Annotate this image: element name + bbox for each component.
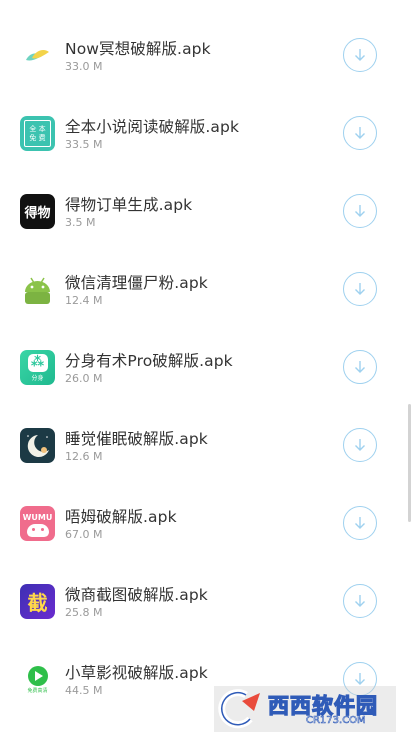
download-button[interactable] (343, 506, 377, 540)
download-button[interactable] (343, 272, 377, 306)
download-arrow-icon (355, 673, 365, 685)
watermark-logo: 西西软件园 CR173.COM (214, 686, 396, 732)
app-size: 33.0 M (65, 60, 103, 73)
sleep-moon-icon (20, 428, 55, 463)
app-size: 44.5 M (65, 684, 103, 697)
app-size: 33.5 M (65, 138, 103, 151)
download-arrow-icon (355, 439, 365, 451)
app-size: 26.0 M (65, 372, 103, 385)
grass-video-icon: 免费高清 (20, 662, 55, 697)
app-size: 3.5 M (65, 216, 96, 229)
app-title: 全本小说阅读破解版.apk (65, 118, 240, 136)
list-item[interactable]: ⁂ 分身 分身有术Pro破解版.apk 26.0 M (0, 330, 414, 408)
download-button[interactable] (343, 584, 377, 618)
novel-reader-icon: 全 本 免 费 (20, 116, 55, 151)
list-item[interactable]: 全 本 免 费 全本小说阅读破解版.apk 33.5 M (0, 96, 414, 174)
download-arrow-icon (355, 361, 365, 373)
app-title: 睡觉催眠破解版.apk (65, 430, 208, 448)
app-title: 分身有术Pro破解版.apk (65, 352, 233, 370)
download-button[interactable] (343, 194, 377, 228)
app-title: Now冥想破解版.apk (65, 40, 211, 58)
clone-app-icon: ⁂ 分身 (20, 350, 55, 385)
app-title: 唔姆破解版.apk (65, 508, 177, 526)
list-item[interactable]: 微信清理僵尸粉.apk 12.4 M (0, 252, 414, 330)
download-arrow-icon (355, 127, 365, 139)
app-size: 67.0 M (65, 528, 103, 541)
scrollbar[interactable] (408, 404, 411, 522)
app-size: 12.6 M (65, 450, 103, 463)
app-title: 微信清理僵尸粉.apk (65, 274, 208, 292)
app-title: 微商截图破解版.apk (65, 586, 208, 604)
download-arrow-icon (355, 595, 365, 607)
download-button[interactable] (343, 350, 377, 384)
list-item[interactable]: 睡觉催眠破解版.apk 12.6 M (0, 408, 414, 486)
download-arrow-icon (355, 49, 365, 61)
download-button[interactable] (343, 38, 377, 72)
app-size: 12.4 M (65, 294, 103, 307)
now-meditation-icon (20, 38, 55, 73)
list-item[interactable]: WUMU 唔姆破解版.apk 67.0 M (0, 486, 414, 564)
android-robot-icon (20, 272, 55, 307)
list-item[interactable]: Now冥想破解版.apk 33.0 M (0, 18, 414, 96)
wumu-icon: WUMU (20, 506, 55, 541)
download-arrow-icon (355, 205, 365, 217)
app-size: 25.8 M (65, 606, 103, 619)
screenshot-tool-icon: 截 (20, 584, 55, 619)
download-arrow-icon (355, 283, 365, 295)
cr-logo-icon (218, 689, 260, 729)
download-button[interactable] (343, 428, 377, 462)
download-button[interactable] (343, 116, 377, 150)
list-item[interactable]: 截 微商截图破解版.apk 25.8 M (0, 564, 414, 642)
app-title: 小草影视破解版.apk (65, 664, 208, 682)
download-arrow-icon (355, 517, 365, 529)
list-item[interactable]: 得物 得物订单生成.apk 3.5 M (0, 174, 414, 252)
app-title: 得物订单生成.apk (65, 196, 193, 214)
watermark-sub: CR173.COM (306, 715, 366, 727)
dewu-icon: 得物 (20, 194, 55, 229)
